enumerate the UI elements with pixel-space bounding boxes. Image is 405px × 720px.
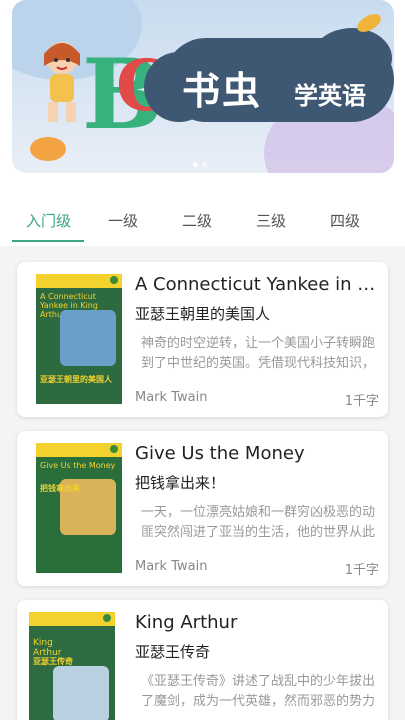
book-description: 一天，一位漂亮姑娘和一群穷凶极恶的动匪突然闯进了亚当的生活，他的世界从此变得惊心…	[141, 505, 376, 540]
cover-cn-title: 把钱拿出来	[40, 484, 80, 493]
carousel-indicator	[193, 162, 207, 167]
book-description: 神奇的时空逆转，让一个美国小子转瞬跑到了中世纪的英国。凭借现代科技知识，他在亚瑟…	[141, 336, 376, 371]
cover-cn-title: 亚瑟王朝里的美国人	[40, 375, 112, 384]
book-card[interactable]: Give Us the Money 把钱拿出来 Give Us the Mone…	[17, 431, 388, 586]
banner-title: 书虫	[182, 69, 263, 113]
book-title-cn: 把钱拿出来！	[135, 474, 226, 492]
carousel-dot[interactable]	[202, 162, 207, 167]
book-description: 《亚瑟王传奇》讲述了战乱中的少年拔出了魔剑，成为一代英雄，然而邪恶的势力正在悄悄…	[141, 674, 376, 709]
book-word-count: 1千字	[344, 394, 379, 409]
book-cover: Give Us the Money 把钱拿出来	[36, 443, 122, 573]
level-tabs: 入门级 一级 二级 三级 四级	[0, 190, 405, 246]
book-title-cn: 亚瑟王朝里的美国人	[135, 305, 271, 323]
cover-band	[29, 612, 115, 626]
book-info: A Connecticut Yankee in King Arthur's Co…	[135, 274, 379, 374]
book-info: King Arthur 亚瑟王传奇 《亚瑟王传奇》讲述了战乱中的少年拔出了魔剑，…	[135, 612, 379, 712]
cover-band	[36, 443, 122, 457]
tab-beginner[interactable]: 入门级	[26, 210, 71, 231]
banner-subtitle: 学英语	[294, 82, 366, 110]
cover-title: Give Us the Money	[40, 461, 116, 470]
tab-level-4[interactable]: 四级	[330, 210, 360, 231]
tab-level-2[interactable]: 二级	[182, 210, 212, 231]
book-author: Mark Twain	[135, 390, 208, 405]
book-title-en: Give Us the Money	[135, 443, 305, 464]
book-word-count: 1千字	[344, 563, 379, 578]
cover-band	[36, 274, 122, 288]
carousel-dot[interactable]	[193, 162, 198, 167]
cover-cn-title: 亚瑟王传奇	[33, 657, 73, 666]
book-meta: Mark Twain 1千字	[135, 390, 379, 409]
book-title-cn: 亚瑟王传奇	[135, 643, 211, 661]
book-author: Mark Twain	[135, 559, 208, 574]
book-cover: King Arthur 亚瑟王传奇	[29, 612, 115, 720]
active-tab-indicator	[12, 240, 84, 242]
tab-level-1[interactable]: 一级	[108, 210, 138, 231]
cover-art	[53, 666, 109, 720]
book-card[interactable]: King Arthur 亚瑟王传奇 King Arthur 亚瑟王传奇 《亚瑟王…	[17, 600, 388, 720]
book-card[interactable]: A Connecticut Yankee in King Arthur's Co…	[17, 262, 388, 417]
book-title-en: King Arthur	[135, 612, 238, 633]
book-info: Give Us the Money 把钱拿出来！ 一天，一位漂亮姑娘和一群穷凶极…	[135, 443, 379, 543]
banner-area: B C 书虫 学英语	[0, 0, 405, 190]
promo-banner[interactable]: B C 书虫 学英语	[12, 0, 394, 173]
cover-title: King Arthur	[33, 638, 62, 658]
book-cover: A Connecticut Yankee in King Arthur's Co…	[36, 274, 122, 404]
cover-art	[60, 310, 116, 366]
book-title-en: A Connecticut Yankee in King Arthur's Co…	[135, 274, 379, 295]
tab-level-3[interactable]: 三级	[256, 210, 286, 231]
banner-decor	[30, 137, 66, 161]
book-meta: Mark Twain 1千字	[135, 559, 379, 578]
